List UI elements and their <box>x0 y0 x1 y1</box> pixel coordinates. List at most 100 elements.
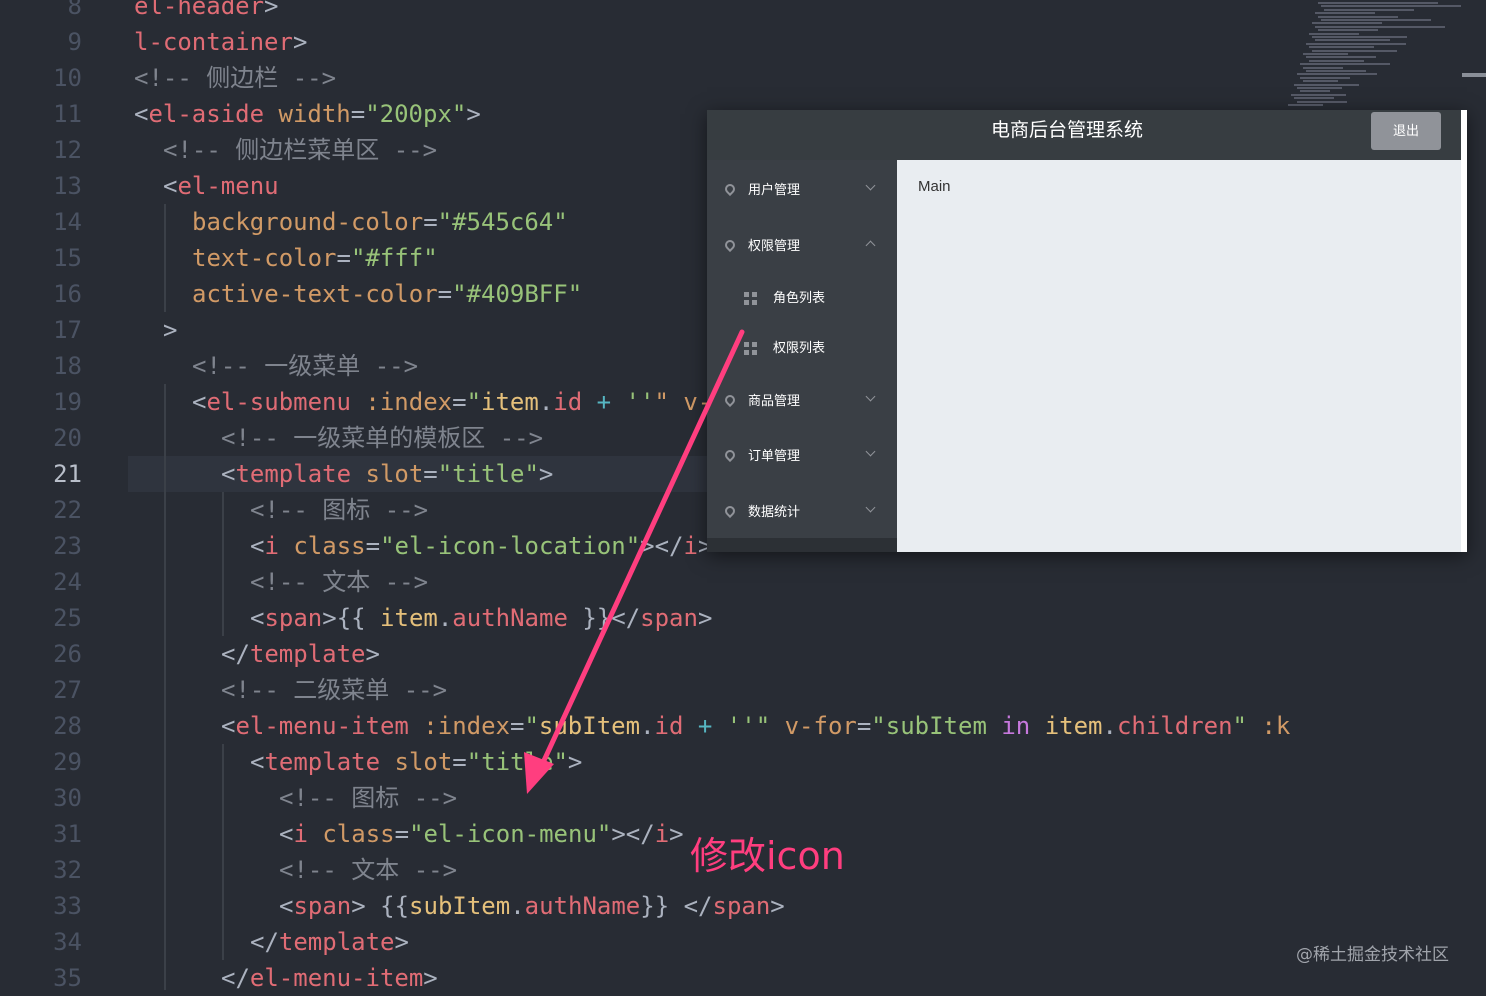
code-token: "el-icon-location" <box>380 532 641 560</box>
code-line[interactable]: <!-- 一级菜单的模板区 --> <box>221 420 543 456</box>
minimap-line <box>1306 56 1376 59</box>
code-line[interactable]: <el-aside width="200px"> <box>134 96 481 132</box>
code-token: v-for <box>784 712 857 740</box>
code-line[interactable]: <!-- 侧边栏菜单区 --> <box>163 132 437 168</box>
code-token: "#545c64" <box>437 208 568 236</box>
code-line[interactable]: </template> <box>250 924 409 960</box>
line-number: 28 <box>53 712 82 740</box>
minimap-line <box>1300 63 1390 66</box>
location-icon <box>722 237 738 253</box>
submenu-label: 数据统计 <box>748 504 801 519</box>
code-line[interactable]: text-color="#fff" <box>192 240 438 276</box>
code-token: el-aside <box>148 100 265 128</box>
line-number: 27 <box>53 676 82 704</box>
minimap-line <box>1324 8 1414 11</box>
code-token: </ <box>221 640 250 668</box>
line-number: 25 <box>53 604 82 632</box>
minimap-line <box>1303 66 1343 69</box>
code-token: < <box>163 172 178 200</box>
code-token: = <box>452 748 467 776</box>
minimap-line <box>1318 29 1378 32</box>
code-line[interactable]: <template slot="title"> <box>250 744 582 780</box>
line-number: 12 <box>53 136 82 164</box>
code-token: "el-icon-menu" <box>409 820 612 848</box>
code-token: > {{ <box>351 892 410 920</box>
code-token: "200px" <box>365 100 467 128</box>
line-number: 20 <box>53 424 82 452</box>
code-line[interactable]: <!-- 图标 --> <box>250 492 428 528</box>
code-token: id <box>654 712 684 740</box>
submenu-users[interactable]: 用户管理 <box>707 162 897 218</box>
code-token: i <box>293 820 308 848</box>
code-token: . <box>640 712 655 740</box>
minimap-line <box>1291 93 1346 96</box>
minimap-line <box>1315 12 1375 15</box>
minimap-line <box>1303 53 1348 55</box>
code-line[interactable]: </el-menu-item> <box>221 960 438 996</box>
code-line[interactable]: <i class="el-icon-location"></i> <box>250 528 712 564</box>
code-token: item <box>481 388 539 416</box>
logout-button[interactable]: 退出 <box>1371 112 1441 150</box>
code-line[interactable]: active-text-color="#409BFF" <box>192 276 582 312</box>
code-line[interactable]: <template slot="title"> <box>221 456 553 492</box>
code-line[interactable]: <el-menu <box>163 168 279 204</box>
code-line[interactable]: <i class="el-icon-menu"></i> <box>279 816 684 852</box>
code-token: > <box>567 748 583 776</box>
code-token: ></ <box>611 820 655 848</box>
code-line[interactable]: <!-- 二级菜单 --> <box>221 672 447 708</box>
code-line[interactable]: el-header> <box>134 0 279 24</box>
submenu-orders[interactable]: 订单管理 <box>707 428 897 484</box>
code-line[interactable]: <!-- 图标 --> <box>279 780 457 816</box>
minimap-line <box>1315 39 1390 42</box>
code-token: span <box>264 604 323 632</box>
code-token: = <box>423 460 438 488</box>
code-token: + <box>683 712 727 740</box>
submenu-rights[interactable]: 权限管理 <box>707 218 897 274</box>
code-line[interactable]: <span>{{ item.authName }}</span> <box>250 600 712 636</box>
code-line[interactable]: background-color="#545c64" <box>192 204 568 240</box>
line-number: 35 <box>53 964 82 992</box>
minimap-line <box>1315 25 1445 28</box>
indent-guide <box>222 492 224 636</box>
code-token: . <box>437 604 453 632</box>
code-line[interactable]: <!-- 一级菜单 --> <box>192 348 418 384</box>
code-token: = <box>423 208 438 236</box>
code-line[interactable]: </template> <box>221 636 380 672</box>
code-token: "title" <box>437 460 539 488</box>
code-line[interactable]: <el-submenu :index="item.id + ''" v- <box>192 384 712 420</box>
code-token: <!-- 二级菜单 --> <box>221 676 448 704</box>
line-number: 31 <box>53 820 82 848</box>
code-token: < <box>134 100 149 128</box>
submenu-goods[interactable]: 商品管理 <box>707 373 897 429</box>
code-line[interactable]: <!-- 文本 --> <box>279 852 457 888</box>
code-line[interactable]: <el-menu-item :index="subItem.id + ''" v… <box>221 708 1290 744</box>
code-token: > <box>538 460 554 488</box>
menu-grid-icon <box>744 292 757 305</box>
code-token: subItem <box>538 712 641 740</box>
scrollbar-thumb[interactable] <box>1462 73 1486 77</box>
submenu-reports[interactable]: 数据统计 <box>707 484 897 540</box>
menu-item-label: 角色列表 <box>773 290 826 305</box>
line-number: 18 <box>53 352 82 380</box>
minimap-line <box>1306 42 1406 45</box>
code-line[interactable]: <!-- 侧边栏 --> <box>134 60 336 96</box>
code-line[interactable]: <span> {{subItem.authName}} </span> <box>279 888 785 924</box>
code-line[interactable]: > <box>163 312 177 348</box>
minimap-line <box>1321 5 1461 8</box>
code-line[interactable]: l-container> <box>134 24 307 60</box>
menu-item-rights-list[interactable]: 权限列表 <box>707 323 897 373</box>
minimap-line <box>1312 49 1397 52</box>
menu-item-roles-list[interactable]: 角色列表 <box>707 273 897 323</box>
code-token: > <box>365 640 380 668</box>
code-token: = <box>856 712 872 740</box>
code-token: </ <box>250 928 279 956</box>
code-token: < <box>279 820 294 848</box>
code-token: > <box>264 0 279 20</box>
code-token: authName <box>452 604 568 632</box>
minimap[interactable] <box>1288 0 1463 112</box>
chevron-up-icon <box>865 240 876 251</box>
code-line[interactable]: <!-- 文本 --> <box>250 564 428 600</box>
